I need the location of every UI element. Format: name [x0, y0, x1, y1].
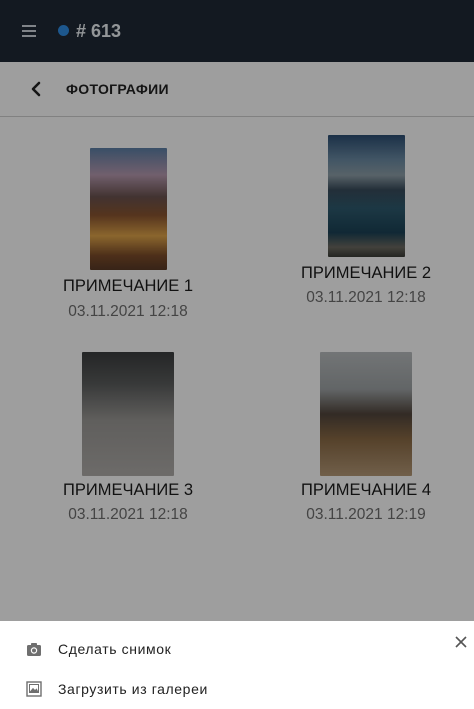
image-gallery-icon — [26, 681, 42, 697]
take-photo-option[interactable]: Сделать снимок — [0, 629, 440, 669]
close-icon[interactable] — [454, 635, 468, 649]
modal-scrim[interactable] — [0, 0, 474, 621]
take-photo-label: Сделать снимок — [58, 641, 172, 657]
photo-source-bottom-sheet: Сделать снимок Загрузить из галереи — [0, 621, 474, 701]
camera-icon — [27, 643, 41, 656]
upload-from-gallery-option[interactable]: Загрузить из галереи — [0, 669, 440, 709]
upload-from-gallery-label: Загрузить из галереи — [58, 681, 208, 697]
